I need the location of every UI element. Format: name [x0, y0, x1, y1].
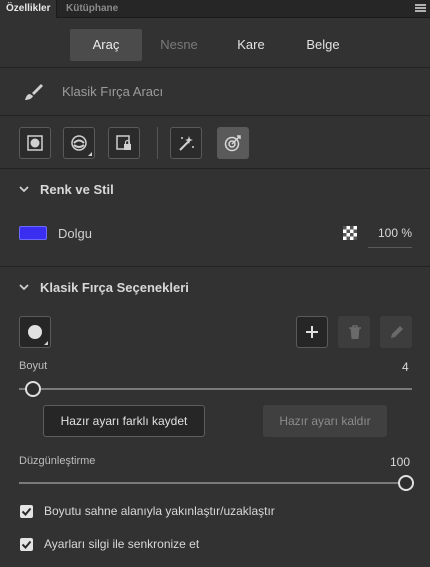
add-brush-button[interactable] — [296, 316, 328, 348]
tab-properties[interactable]: Özellikler — [0, 0, 58, 18]
size-value[interactable]: 4 — [402, 360, 409, 374]
chevron-down-icon — [19, 284, 29, 291]
save-preset-as-button[interactable]: Hazır ayarı farklı kaydet — [43, 405, 205, 437]
divider — [0, 168, 430, 169]
tab-library[interactable]: Kütüphane — [60, 0, 124, 18]
size-slider-thumb[interactable] — [25, 381, 41, 397]
chevron-down-icon — [19, 186, 29, 193]
lock-fill-button[interactable] — [108, 127, 140, 159]
section-title: Renk ve Stil — [40, 181, 114, 197]
lock-fill-icon — [116, 135, 131, 150]
divider — [0, 67, 430, 68]
scale-with-stage-label: Boyutu sahne alanıyla yakınlaştır/uzakla… — [44, 504, 275, 518]
dropdown-corner-indicator — [88, 152, 92, 156]
remove-preset-button[interactable]: Hazır ayarı kaldır — [263, 405, 387, 437]
smoothing-slider-thumb[interactable] — [398, 475, 414, 491]
target-icon — [224, 135, 241, 152]
smoothing-slider-track[interactable] — [19, 482, 412, 484]
fill-opacity-field[interactable]: 100 % — [368, 226, 412, 248]
plus-icon — [306, 326, 318, 338]
checkmark-icon — [21, 540, 32, 549]
pencil-icon — [391, 326, 403, 338]
magic-wand-icon — [179, 136, 194, 151]
brush-mode-icon — [71, 135, 87, 151]
delete-brush-button[interactable] — [338, 316, 370, 348]
panel-menu-icon[interactable] — [415, 4, 426, 14]
trash-icon — [349, 325, 361, 339]
stroke-smoothing-button[interactable] — [217, 127, 249, 159]
panel-tab-bar: Özellikler Kütüphane — [0, 0, 430, 18]
section-title: Klasik Fırça Seçenekleri — [40, 279, 189, 295]
fill-color-swatch[interactable] — [19, 226, 47, 240]
object-drawing-icon — [27, 135, 43, 151]
size-label: Boyut — [19, 360, 48, 372]
edit-brush-button[interactable] — [380, 316, 412, 348]
segment-object[interactable]: Nesne — [143, 29, 215, 61]
transparency-checker-icon — [343, 226, 357, 240]
segment-tool[interactable]: Araç — [70, 29, 142, 61]
sync-with-eraser-checkbox[interactable] — [20, 538, 33, 551]
toolbar-separator — [157, 127, 158, 159]
brush-icon — [25, 84, 43, 100]
scale-with-stage-checkbox[interactable] — [20, 505, 33, 518]
object-drawing-mode-button[interactable] — [19, 127, 51, 159]
segment-document[interactable]: Belge — [287, 29, 359, 61]
sync-with-eraser-label: Ayarları silgi ile senkronize et — [44, 537, 200, 551]
size-slider-track[interactable] — [19, 388, 412, 390]
checkmark-icon — [21, 507, 32, 516]
tool-name: Klasik Fırça Aracı — [62, 84, 164, 99]
divider — [0, 115, 430, 116]
smoothing-value[interactable]: 100 — [390, 455, 410, 469]
brush-options-section-header[interactable]: Klasik Fırça Seçenekleri — [18, 278, 189, 296]
fill-label: Dolgu — [58, 226, 92, 241]
circle-brush-icon — [28, 325, 42, 339]
segment-frame[interactable]: Kare — [215, 29, 287, 61]
color-style-section-header[interactable]: Renk ve Stil — [18, 180, 114, 198]
brush-shape-picker[interactable] — [19, 316, 51, 348]
pressure-button[interactable] — [170, 127, 202, 159]
smoothing-label: Düzgünleştirme — [19, 455, 96, 467]
divider — [0, 266, 430, 267]
brush-mode-button[interactable] — [63, 127, 95, 159]
dropdown-corner-indicator — [44, 341, 48, 345]
